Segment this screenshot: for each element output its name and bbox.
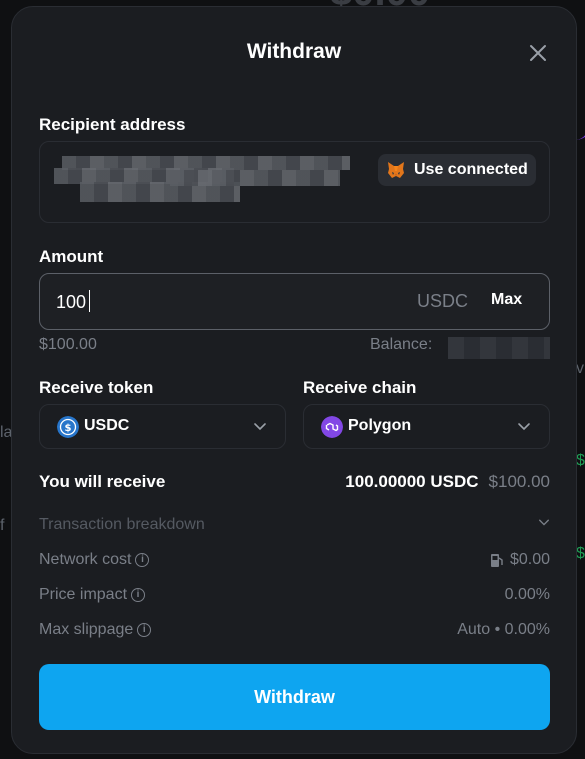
- metamask-fox-icon: [388, 162, 404, 178]
- network-cost-label-wrap: Network cost i: [39, 551, 150, 569]
- receive-token-label: Receive token: [39, 378, 154, 397]
- recipient-label: Recipient address: [39, 115, 186, 134]
- network-cost-value: $0.00: [509, 551, 550, 568]
- redacted-balance: [448, 337, 550, 359]
- receive-summary-row: You will receive 100.00000 USDC $100.00: [39, 472, 550, 494]
- info-icon[interactable]: i: [131, 588, 146, 602]
- svg-text:$: $: [65, 423, 72, 434]
- network-cost-row: Network cost i $0.00: [39, 551, 550, 573]
- polygon-icon: [321, 416, 343, 438]
- chevron-down-icon: [254, 423, 266, 431]
- receive-chain-value: Polygon: [348, 417, 412, 434]
- amount-field[interactable]: USDC Max: [39, 273, 550, 330]
- background-fragment: $: [576, 545, 585, 562]
- price-impact-value: 0.00%: [504, 586, 550, 603]
- receive-amount: 100.00000 USDC: [345, 472, 479, 491]
- recipient-address-field[interactable]: Use connected: [39, 141, 550, 223]
- breakdown-toggle[interactable]: Transaction breakdown: [39, 516, 550, 538]
- breakdown-chevron: [538, 516, 550, 528]
- chevron-down-icon: [539, 519, 549, 526]
- use-connected-button[interactable]: Use connected: [378, 154, 536, 186]
- text-caret: [89, 290, 90, 312]
- amount-usd-value: $100.00: [39, 336, 97, 353]
- max-slippage-value: Auto • 0.00%: [457, 621, 550, 638]
- chevron-down-icon: [518, 423, 530, 431]
- network-cost-label: Network cost: [39, 551, 132, 568]
- background-fragment: f: [0, 517, 5, 534]
- withdraw-modal: Withdraw Recipient address Use connected…: [11, 6, 577, 754]
- balance-label: Balance:: [370, 336, 433, 353]
- gas-pump-icon: [490, 554, 503, 567]
- max-button[interactable]: Max: [491, 291, 522, 309]
- close-icon[interactable]: [527, 42, 549, 64]
- breakdown-label: Transaction breakdown: [39, 516, 205, 533]
- amount-label: Amount: [39, 247, 104, 266]
- receive-chain-select[interactable]: Polygon: [303, 404, 550, 449]
- max-slippage-row: Max slippage i Auto • 0.00%: [39, 621, 550, 643]
- max-slippage-label-wrap: Max slippage i: [39, 621, 152, 639]
- redacted-address: [170, 170, 340, 186]
- network-cost-value-wrap: $0.00: [490, 551, 550, 569]
- price-impact-label: Price impact: [39, 586, 128, 603]
- receive-summary-label: You will receive: [39, 472, 166, 491]
- receive-token-select[interactable]: $ USDC: [39, 404, 286, 449]
- use-connected-label: Use connected: [414, 161, 528, 178]
- receive-summary-values: 100.00000 USDC $100.00: [345, 472, 550, 492]
- info-icon[interactable]: i: [135, 553, 150, 567]
- amount-input[interactable]: [56, 288, 356, 316]
- background-fragment: $: [576, 452, 585, 469]
- modal-title: Withdraw: [246, 40, 342, 63]
- withdraw-button[interactable]: Withdraw: [39, 664, 550, 730]
- background-fragment: v: [576, 360, 584, 377]
- price-impact-label-wrap: Price impact i: [39, 586, 146, 604]
- receive-token-value: USDC: [84, 417, 130, 434]
- amount-unit: USDC: [417, 291, 469, 311]
- receive-chain-label: Receive chain: [303, 378, 417, 397]
- receive-usd: $100.00: [488, 472, 550, 491]
- usdc-icon: $: [57, 416, 79, 438]
- max-slippage-label: Max slippage: [39, 621, 134, 638]
- price-impact-row: Price impact i 0.00%: [39, 586, 550, 608]
- info-icon[interactable]: i: [137, 623, 152, 637]
